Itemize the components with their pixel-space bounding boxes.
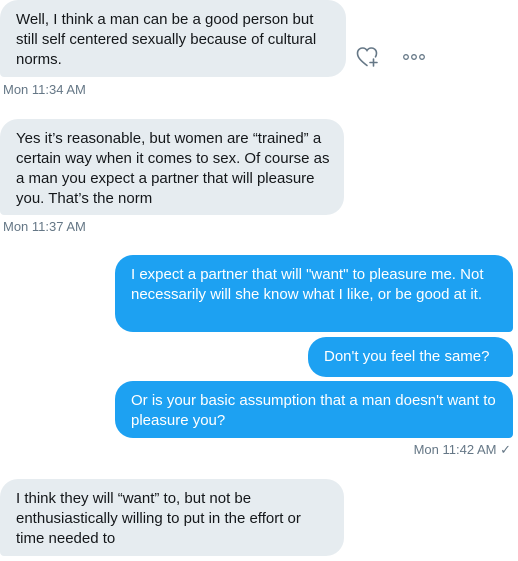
incoming-message[interactable]: I think they will “want” to, but not be … bbox=[0, 479, 344, 556]
message-text: Yes it’s reasonable, but women are “trai… bbox=[16, 130, 330, 207]
timestamp: Mon 11:34 AM bbox=[3, 82, 86, 97]
incoming-message[interactable]: Well, I think a man can be a good person… bbox=[0, 0, 346, 77]
more-options-icon[interactable] bbox=[401, 44, 427, 70]
timestamp: Mon 11:37 AM bbox=[3, 219, 86, 234]
incoming-message[interactable]: Yes it’s reasonable, but women are “trai… bbox=[0, 119, 344, 215]
message-text: Well, I think a man can be a good person… bbox=[16, 11, 317, 68]
message-text: I expect a partner that will "want" to p… bbox=[131, 266, 484, 303]
message-text: I think they will “want” to, but not be … bbox=[16, 490, 301, 547]
outgoing-message[interactable]: Or is your basic assumption that a man d… bbox=[115, 381, 513, 438]
heart-plus-icon[interactable] bbox=[355, 44, 381, 70]
message-actions bbox=[355, 44, 427, 70]
timestamp: Mon 11:42 AM ✓ bbox=[413, 442, 511, 457]
message-text: Or is your basic assumption that a man d… bbox=[131, 392, 496, 429]
outgoing-message[interactable]: I expect a partner that will "want" to p… bbox=[115, 255, 513, 332]
conversation-thread: Well, I think a man can be a good person… bbox=[0, 0, 518, 561]
outgoing-message[interactable]: Don't you feel the same? bbox=[308, 337, 513, 377]
message-text: Don't you feel the same? bbox=[324, 348, 490, 365]
checkmark-icon: ✓ bbox=[500, 442, 511, 457]
